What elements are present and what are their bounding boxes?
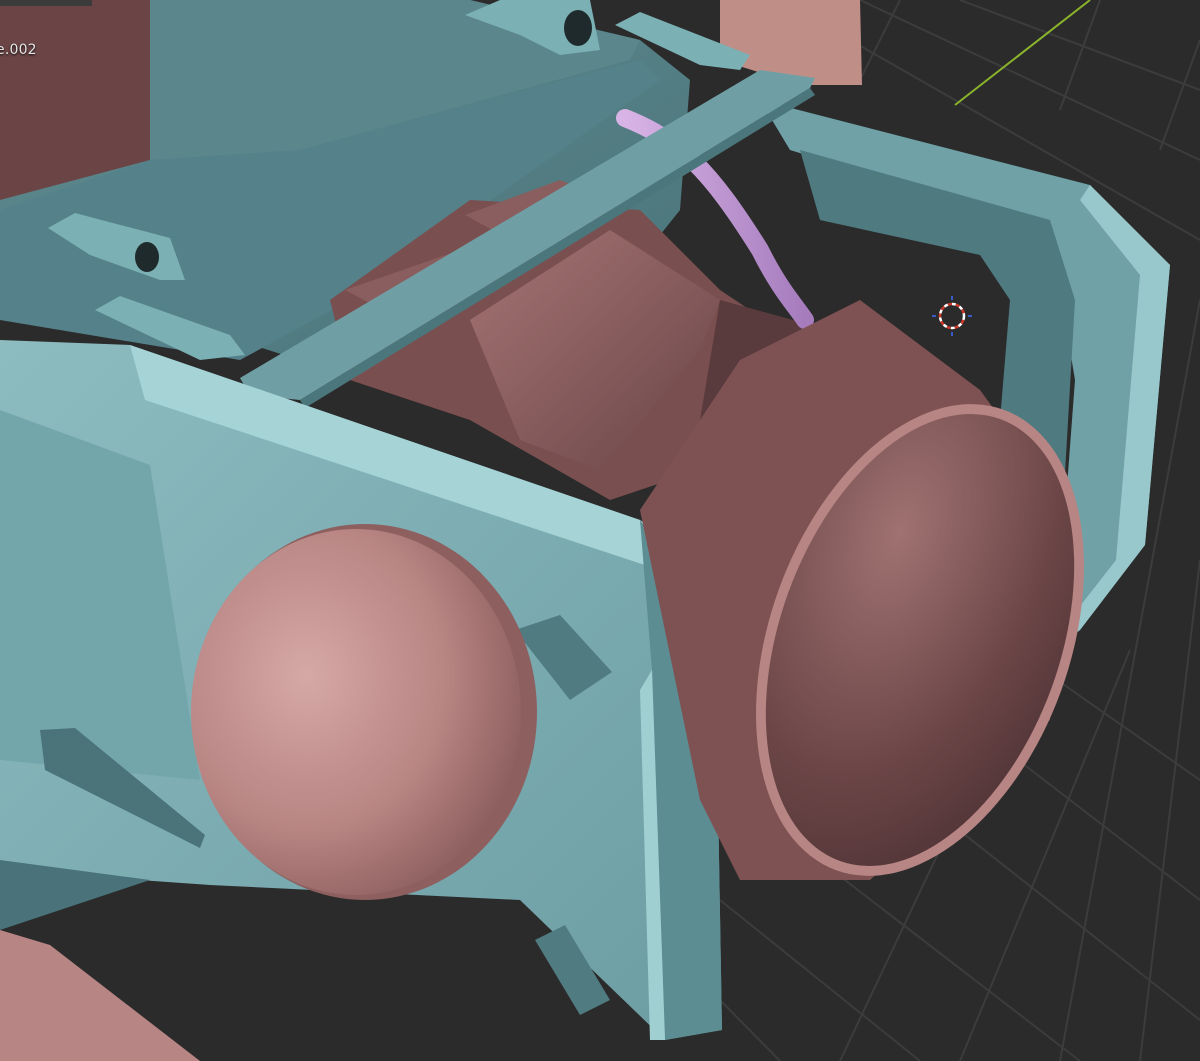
left-wheel-face: [191, 529, 521, 895]
viewport-scene[interactable]: [0, 0, 1200, 1061]
3d-viewport[interactable]: e.002: [0, 0, 1200, 1061]
active-object-label: e.002: [0, 42, 37, 58]
bracket-top-hole: [564, 10, 592, 46]
header-strip: [0, 0, 92, 6]
bracket-left-hole: [135, 242, 159, 272]
